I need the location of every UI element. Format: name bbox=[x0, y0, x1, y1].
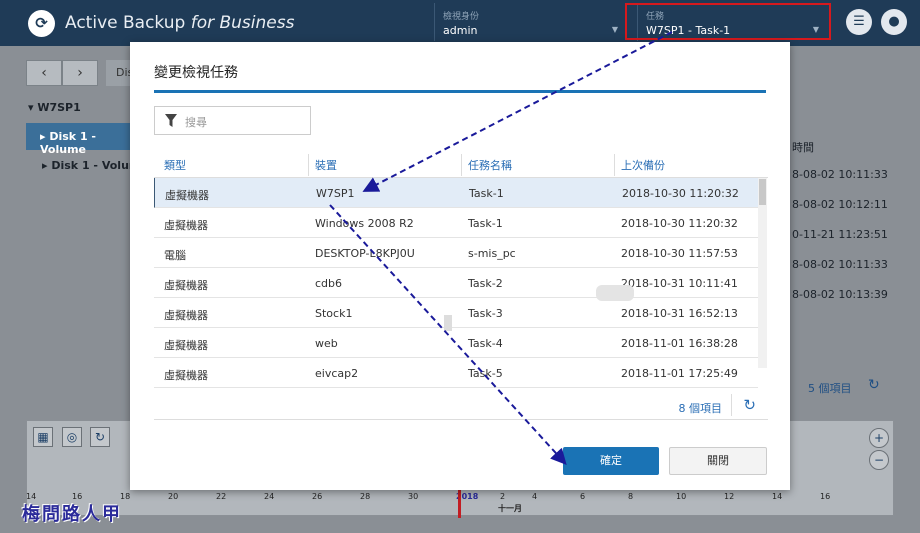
annotation-arrows bbox=[329, 31, 673, 465]
arrow-to-row bbox=[362, 31, 673, 192]
arrow-to-confirm bbox=[329, 204, 567, 465]
watermark: 梅問路人甲 bbox=[22, 504, 122, 525]
